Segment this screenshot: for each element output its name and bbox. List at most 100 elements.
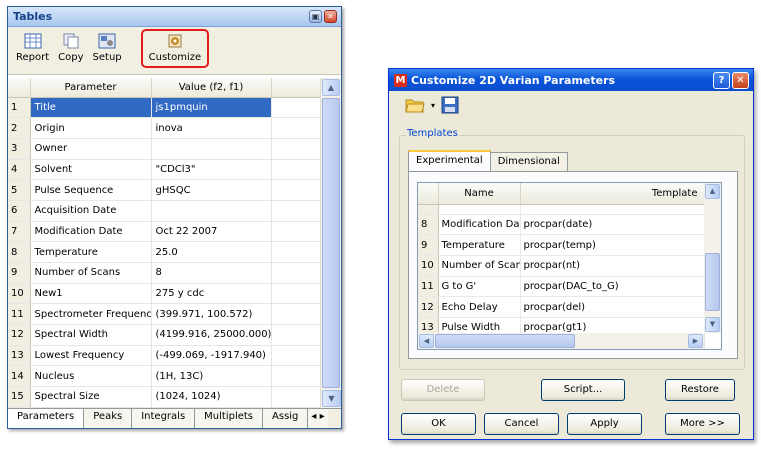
- table-row[interactable]: 10 Number of Scans procpar(nt): [418, 255, 705, 277]
- scroll-right-icon[interactable]: ▶: [688, 334, 703, 348]
- save-icon[interactable]: [441, 96, 459, 114]
- value-cell[interactable]: 8: [151, 262, 272, 284]
- tab-assignments[interactable]: Assig: [263, 409, 309, 428]
- tab-dimensional[interactable]: Dimensional: [489, 152, 568, 171]
- table-row[interactable]: 11 Spectrometer Frequency (399.971, 100.57…: [8, 303, 321, 326]
- report-button[interactable]: Report: [12, 31, 53, 65]
- template-cell[interactable]: procpar(del): [520, 296, 705, 318]
- table-row[interactable]: 1 Title js1pmquin: [8, 97, 321, 119]
- table-row[interactable]: 8Modification Dateprocpar(date): [418, 214, 705, 236]
- table-row[interactable]: 11 G to G' procpar(DAC_to_G): [418, 276, 705, 298]
- script-button[interactable]: Script...: [541, 379, 625, 401]
- close-icon[interactable]: ✕: [324, 10, 337, 23]
- scroll-down-icon[interactable]: ▼: [322, 390, 341, 407]
- ok-button[interactable]: OK: [401, 413, 476, 435]
- table-row[interactable]: 6 Acquisition Date: [8, 200, 321, 222]
- parameter-cell[interactable]: Origin: [30, 117, 152, 139]
- table-row[interactable]: 5 Pulse Sequence gHSQC: [8, 179, 321, 201]
- table-row[interactable]: 14 Nucleus (1H, 13C): [8, 365, 321, 388]
- value-cell[interactable]: (-499.069, -1917.940): [151, 345, 272, 367]
- value-cell[interactable]: (1H, 13C): [151, 365, 272, 388]
- parameter-cell[interactable]: Solvent: [30, 159, 152, 181]
- scroll-up-icon[interactable]: ▲: [322, 79, 340, 96]
- value-cell[interactable]: "CDCl3": [151, 159, 272, 181]
- scroll-thumb[interactable]: [435, 334, 575, 348]
- tables-vertical-scrollbar[interactable]: ▲ ▼: [320, 78, 341, 408]
- value-header[interactable]: Value (f2, f1): [151, 78, 272, 98]
- restore-icon[interactable]: ▣: [309, 10, 322, 23]
- scroll-thumb[interactable]: [322, 98, 340, 388]
- table-row[interactable]: 7 Modification Date Oct 22 2007: [8, 221, 321, 243]
- scroll-thumb[interactable]: [705, 253, 720, 311]
- open-folder-icon[interactable]: [405, 96, 425, 114]
- parameter-cell[interactable]: New1: [30, 283, 152, 305]
- template-cell[interactable]: procpar(date): [520, 214, 705, 236]
- value-cell[interactable]: (399.971, 100.572): [151, 303, 272, 326]
- table-row[interactable]: 9 Temperature procpar(temp): [418, 234, 705, 256]
- parameter-cell[interactable]: Spectral Size: [30, 386, 152, 408]
- copy-button[interactable]: Copy: [54, 31, 87, 65]
- templates-vertical-scrollbar[interactable]: ▲ ▼: [704, 183, 721, 333]
- parameter-cell[interactable]: Modification Date: [30, 221, 152, 243]
- table-row[interactable]: 3 Owner: [8, 138, 321, 160]
- tab-experimental[interactable]: Experimental: [408, 150, 491, 171]
- name-cell[interactable]: G to G': [438, 276, 521, 298]
- scroll-up-icon[interactable]: ▲: [705, 184, 720, 199]
- value-cell[interactable]: gHSQC: [151, 179, 272, 201]
- name-header[interactable]: Name: [438, 183, 521, 205]
- dropdown-arrow-icon[interactable]: ▾: [431, 101, 435, 110]
- name-cell[interactable]: Temperature: [438, 234, 521, 256]
- parameter-cell[interactable]: Lowest Frequency: [30, 345, 152, 367]
- customize-button[interactable]: Customize: [140, 29, 210, 68]
- value-cell[interactable]: js1pmquin: [151, 97, 272, 119]
- restore-button[interactable]: Restore: [665, 379, 735, 401]
- template-header[interactable]: Template: [520, 183, 705, 205]
- name-cell[interactable]: Number of Scans: [438, 255, 521, 277]
- table-row[interactable]: 12 Spectral Width (4199.916, 25000.000): [8, 324, 321, 346]
- parameter-cell[interactable]: Owner: [30, 138, 152, 160]
- delete-button[interactable]: Delete: [401, 379, 485, 401]
- table-row[interactable]: 10 New1 275 y cdc: [8, 283, 321, 305]
- value-cell[interactable]: (1024, 1024): [151, 386, 272, 408]
- help-icon[interactable]: ?: [713, 71, 730, 89]
- parameter-cell[interactable]: Number of Scans: [30, 262, 152, 284]
- table-row[interactable]: 12 Echo Delay procpar(del): [418, 296, 705, 318]
- value-cell[interactable]: 25.0: [151, 241, 272, 263]
- table-row[interactable]: 9 Number of Scans 8: [8, 262, 321, 284]
- templates-horizontal-scrollbar[interactable]: ◀ ▶: [418, 333, 704, 349]
- parameter-cell[interactable]: Pulse Sequence: [30, 179, 152, 201]
- name-cell[interactable]: Echo Delay: [438, 296, 521, 318]
- template-cell[interactable]: procpar(nt): [520, 255, 705, 277]
- value-cell[interactable]: [151, 200, 272, 222]
- parameter-cell[interactable]: Spectrometer Frequency: [30, 303, 152, 326]
- table-row[interactable]: 4 Solvent "CDCl3": [8, 159, 321, 181]
- table-row[interactable]: 8 Temperature 25.0: [8, 241, 321, 263]
- parameter-header[interactable]: Parameter: [30, 78, 152, 98]
- cancel-button[interactable]: Cancel: [484, 413, 559, 435]
- value-cell[interactable]: 275 y cdc: [151, 283, 272, 305]
- table-row[interactable]: 13 Lowest Frequency (-499.069, -1917.940): [8, 345, 321, 367]
- tab-peaks[interactable]: Peaks: [84, 409, 133, 428]
- apply-button[interactable]: Apply: [567, 413, 642, 435]
- parameter-cell[interactable]: Title: [30, 97, 152, 119]
- parameter-cell[interactable]: Temperature: [30, 241, 152, 263]
- tab-parameters[interactable]: Parameters: [8, 409, 85, 428]
- table-row[interactable]: 2 Origin inova: [8, 117, 321, 139]
- tab-integrals[interactable]: Integrals: [132, 409, 196, 428]
- parameter-cell[interactable]: Nucleus: [30, 365, 152, 388]
- template-cell[interactable]: procpar(DAC_to_G): [520, 276, 705, 298]
- setup-button[interactable]: Setup: [89, 31, 126, 65]
- parameter-cell[interactable]: Spectral Width: [30, 324, 152, 346]
- close-icon[interactable]: ✕: [732, 71, 749, 89]
- template-cell[interactable]: procpar(temp): [520, 234, 705, 256]
- name-cell[interactable]: Modification Date: [438, 214, 521, 236]
- parameter-cell[interactable]: Acquisition Date: [30, 200, 152, 222]
- value-cell[interactable]: Oct 22 2007: [151, 221, 272, 243]
- tab-scroll-arrows[interactable]: ◂ ▸: [308, 409, 328, 428]
- value-cell[interactable]: (4199.916, 25000.000): [151, 324, 272, 346]
- value-cell[interactable]: inova: [151, 117, 272, 139]
- table-row[interactable]: 15 Spectral Size (1024, 1024): [8, 386, 321, 408]
- scroll-left-icon[interactable]: ◀: [419, 334, 434, 348]
- scroll-down-icon[interactable]: ▼: [705, 317, 720, 332]
- more-button[interactable]: More >>: [665, 413, 740, 435]
